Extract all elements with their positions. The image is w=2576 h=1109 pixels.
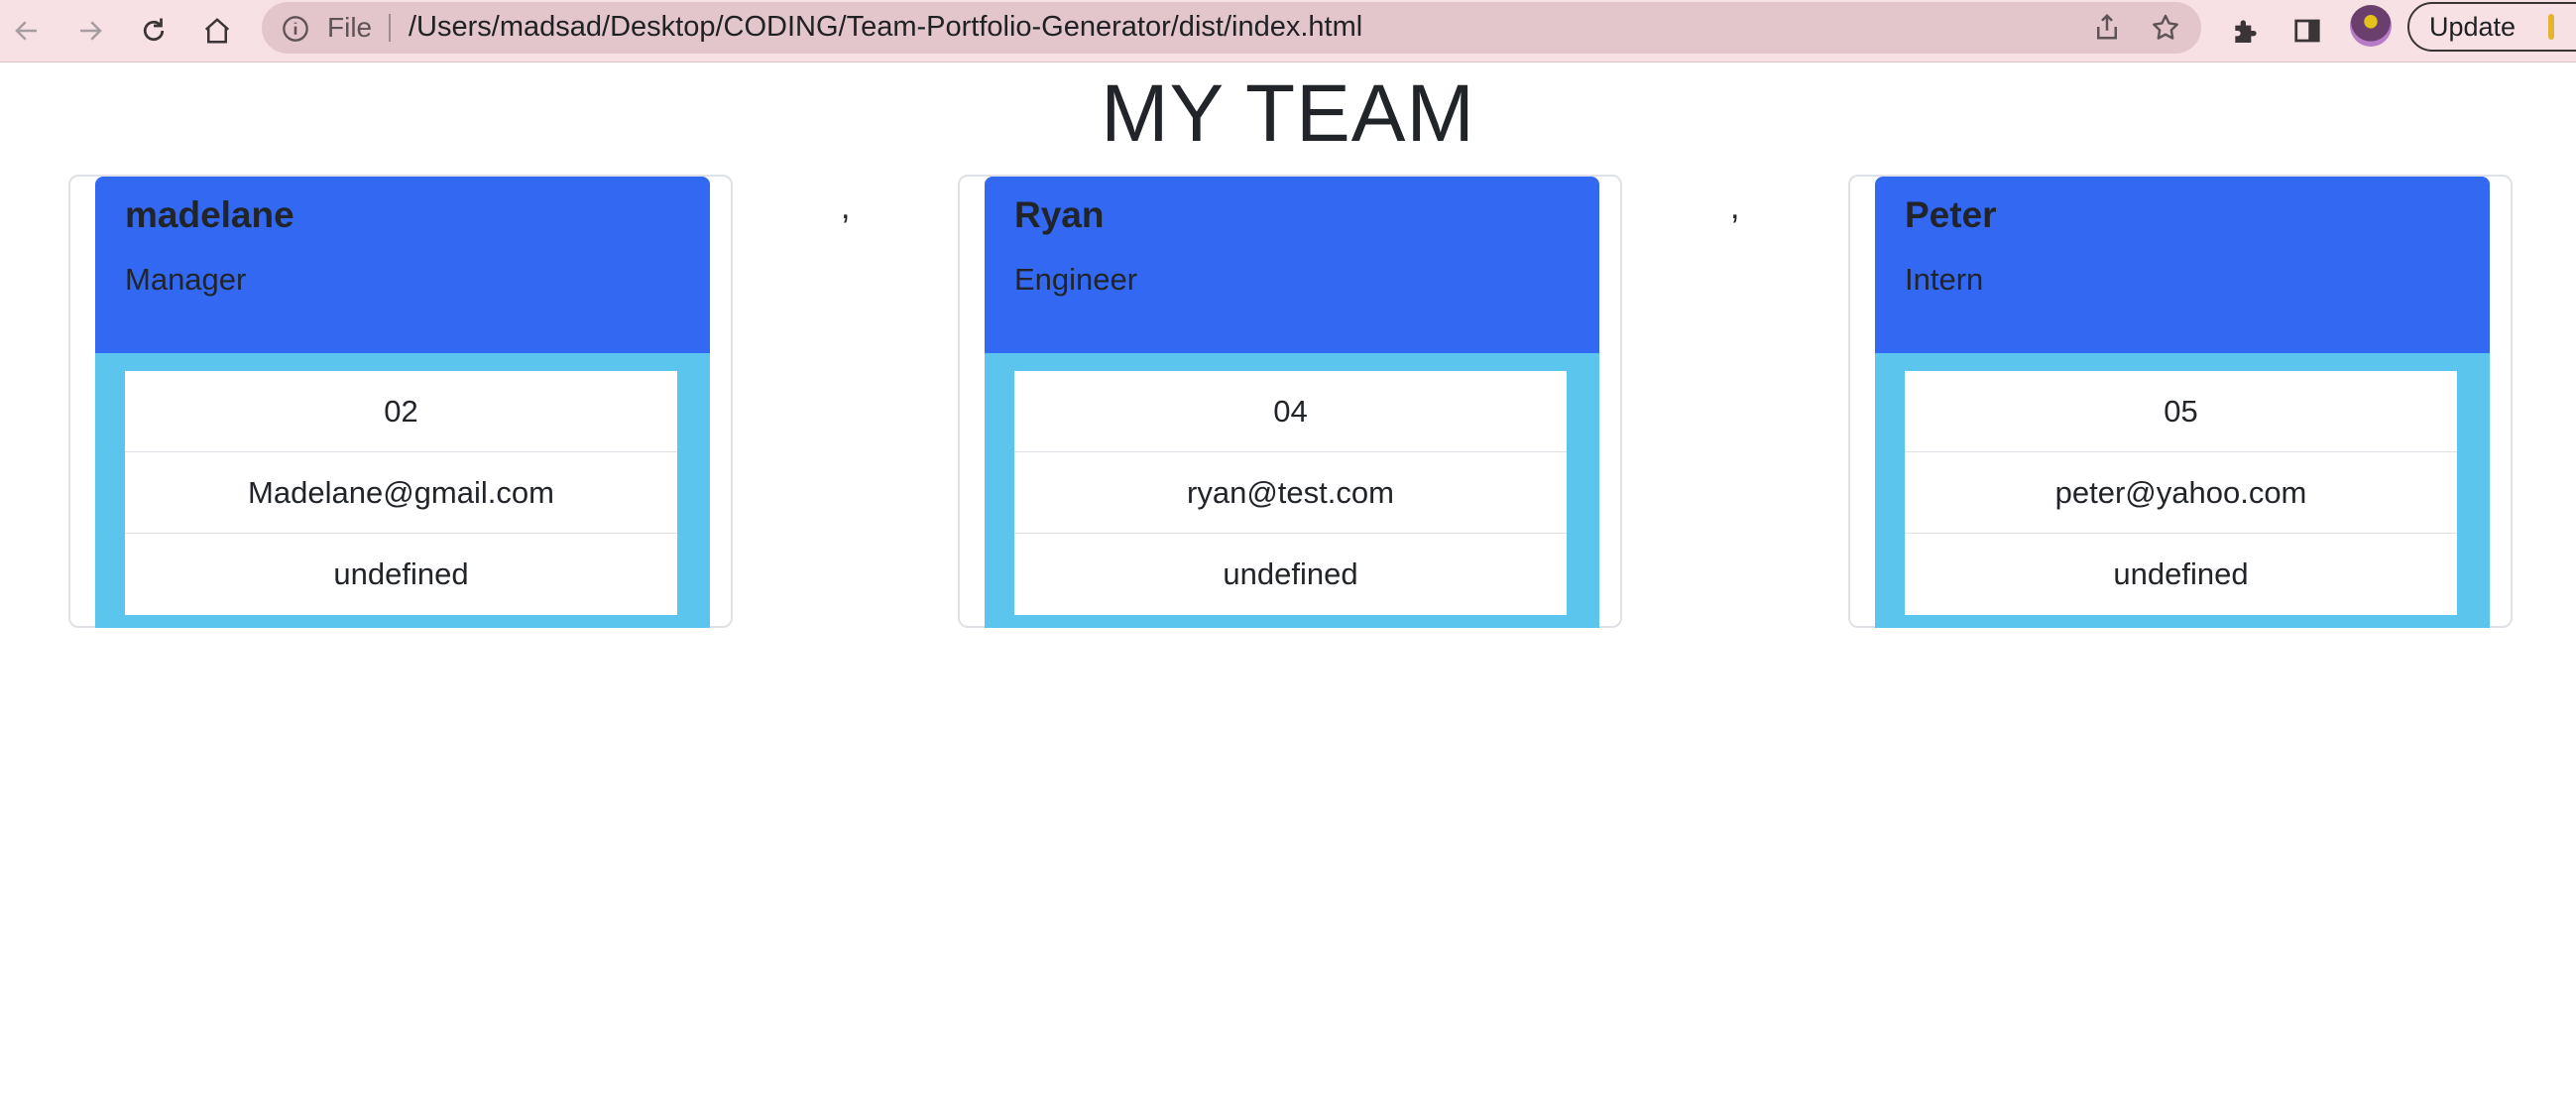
- employee-email: Madelane@gmail.com: [125, 452, 677, 534]
- info-list: 04 ryan@test.com undefined: [1014, 371, 1567, 615]
- card-header: Peter Intern: [1875, 177, 2490, 353]
- reload-button[interactable]: [131, 8, 176, 54]
- address-bar[interactable]: File /Users/madsad/Desktop/CODING/Team-P…: [262, 2, 2201, 54]
- employee-extra: undefined: [1223, 556, 1358, 591]
- extensions-icon: [2235, 20, 2257, 43]
- share-icon[interactable]: [2092, 12, 2122, 42]
- team-card: madelane Manager 02 Madelane@gmail.com u…: [68, 175, 733, 628]
- home-icon: [204, 18, 230, 44]
- file-label: File: [327, 12, 373, 43]
- employee-extra: undefined: [333, 556, 469, 591]
- team-card: Peter Intern 05 peter@yahoo.com undefine…: [1848, 175, 2513, 628]
- star-icon[interactable]: [2150, 12, 2181, 44]
- employee-extra: undefined: [2113, 556, 2249, 591]
- employee-id: 02: [125, 371, 677, 452]
- back-button[interactable]: [4, 8, 50, 54]
- employee-role: Manager: [125, 262, 247, 297]
- separator-comma: ,: [841, 188, 851, 226]
- side-panel-button[interactable]: [2284, 8, 2330, 54]
- url-text[interactable]: /Users/madsad/Desktop/CODING/Team-Portfo…: [409, 11, 1362, 44]
- employee-name: Ryan: [1014, 194, 1105, 235]
- page-title: MY TEAM: [1101, 68, 1475, 159]
- card-body: 04 ryan@test.com undefined: [985, 353, 1599, 628]
- employee-name: Peter: [1905, 194, 1997, 235]
- team-card: Ryan Engineer 04 ryan@test.com undefined: [958, 175, 1622, 628]
- employee-id: 04: [1014, 371, 1567, 452]
- avatar[interactable]: [2350, 5, 2392, 47]
- employee-role: Engineer: [1014, 262, 1138, 297]
- info-icon[interactable]: [282, 15, 309, 43]
- forward-button[interactable]: [67, 8, 113, 54]
- divider: [389, 14, 391, 42]
- employee-id: 05: [1905, 371, 2457, 452]
- card-body: 02 Madelane@gmail.com undefined: [95, 353, 710, 628]
- browser-toolbar: File /Users/madsad/Desktop/CODING/Team-P…: [0, 0, 2576, 62]
- info-list: 05 peter@yahoo.com undefined: [1905, 371, 2457, 615]
- forward-icon: [80, 21, 102, 41]
- employee-role: Intern: [1905, 262, 1984, 297]
- employee-name: madelane: [125, 194, 294, 235]
- side-panel-icon: [2294, 19, 2320, 43]
- reload-icon: [143, 18, 165, 42]
- card-header: Ryan Engineer: [985, 177, 1599, 353]
- separator-comma: ,: [1730, 188, 1740, 226]
- home-button[interactable]: [194, 8, 240, 54]
- info-list: 02 Madelane@gmail.com undefined: [125, 371, 677, 615]
- update-indicator: [2548, 14, 2554, 40]
- employee-email: ryan@test.com: [1014, 452, 1567, 534]
- card-header: madelane Manager: [95, 177, 710, 353]
- card-body: 05 peter@yahoo.com undefined: [1875, 353, 2490, 628]
- extensions-button[interactable]: [2223, 8, 2269, 54]
- back-icon: [15, 21, 37, 41]
- employee-email: peter@yahoo.com: [1905, 452, 2457, 534]
